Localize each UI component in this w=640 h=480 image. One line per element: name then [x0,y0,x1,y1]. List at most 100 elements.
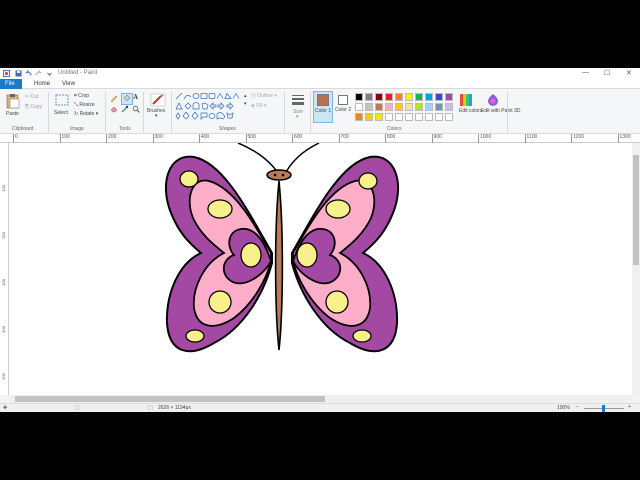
size-button[interactable]: Size ▾ [289,92,307,122]
resize-button[interactable]: ⤡ Resize [74,102,95,108]
butterfly-drawing [164,143,400,353]
palette-swatch[interactable] [365,93,373,101]
palette-swatch[interactable] [355,113,363,121]
tab-file[interactable]: File [0,79,22,89]
edit-paint3d-button[interactable]: Edit with Paint 3D [480,92,520,122]
color1-button[interactable]: Color 1 [313,91,333,123]
rotate-button[interactable]: ↻ Rotate ▾ [74,111,98,117]
wing-spot [185,329,205,343]
redo-icon[interactable] [35,69,42,77]
edit-colors-button[interactable]: Edit colors [456,92,482,122]
outline-dropdown[interactable]: ◫ Outline ▾ [251,93,277,99]
color2-label: Color 2 [335,107,352,113]
vertical-scrollbar[interactable] [632,143,640,395]
color-picker-tool[interactable] [121,105,129,115]
wing-spot [352,329,372,343]
wing-spot [240,242,262,268]
palette-swatch[interactable] [425,103,433,111]
magnifier-icon [132,105,140,113]
butterfly-eye [273,173,277,177]
palette-swatch[interactable] [415,103,423,111]
cut-label: Cut [30,94,39,100]
pencil-tool[interactable] [110,94,118,104]
wing-spot [179,170,199,188]
horizontal-scrollbar[interactable] [9,395,632,403]
palette-swatch[interactable] [405,93,413,101]
ribbon-separator [507,92,508,132]
palette-swatch[interactable] [435,113,443,121]
fill-dropdown[interactable]: ◈ Fill ▾ [251,103,267,109]
tab-view[interactable]: View [56,79,81,89]
drawing-canvas[interactable] [9,143,632,395]
palette-swatch[interactable] [395,93,403,101]
brushes-button[interactable]: Brushes ▾ [147,92,169,122]
palette-swatch[interactable] [355,103,363,111]
select-button[interactable]: Select [53,92,71,120]
palette-swatch[interactable] [445,103,453,111]
undo-icon[interactable] [25,69,32,77]
palette-swatch[interactable] [445,93,453,101]
canvas-size-icon: ⬚ [148,405,153,411]
close-button[interactable]: ✕ [626,69,632,77]
minimize-button[interactable]: — [582,69,589,76]
ruler-label: 100 [1,185,6,192]
window-title: Untitled - Paint [58,70,98,76]
tab-home[interactable]: Home [28,79,56,89]
palette-swatch[interactable] [375,103,383,111]
palette-swatch[interactable] [365,103,373,111]
copy-button[interactable]: ⎘ Copy [25,104,42,110]
zoom-slider-thumb[interactable] [602,405,605,412]
zoom-slider[interactable] [584,405,624,412]
horizontal-scroll-thumb[interactable] [15,396,325,402]
zoom-in-button[interactable]: + [628,404,631,410]
zoom-out-button[interactable]: − [576,404,579,410]
shapes-scroll-down-icon[interactable]: ▾ [244,101,247,107]
cut-button[interactable]: ✂ Cut [25,94,38,100]
title-bar: Untitled - Paint — ☐ ✕ [0,68,640,79]
palette-swatch[interactable] [395,113,403,121]
tools-group-label: Tools [119,126,131,132]
palette-swatch[interactable] [375,113,383,121]
palette-swatch[interactable] [445,113,453,121]
palette-swatch[interactable] [415,113,423,121]
wing-spot [325,290,349,314]
ruler-label: 1100 [526,134,538,140]
ruler-tick [338,134,340,143]
palette-swatch[interactable] [405,103,413,111]
palette-swatch[interactable] [425,113,433,121]
palette-swatch[interactable] [395,103,403,111]
ruler-tick [478,134,479,143]
paste-button[interactable]: Paste [4,92,22,120]
fill-tool[interactable] [121,93,133,105]
vertical-scroll-thumb[interactable] [633,155,639,265]
cursor-position-icon: ✥ [3,405,8,411]
palette-swatch[interactable] [425,93,433,101]
palette-swatch[interactable] [385,113,393,121]
ruler-label: 700 [340,134,349,140]
eraser-tool[interactable] [110,105,118,115]
palette-swatch[interactable] [405,113,413,121]
palette-swatch[interactable] [385,93,393,101]
palette-swatch[interactable] [435,93,443,101]
customize-qat-icon[interactable] [46,70,53,77]
shapes-gallery[interactable] [174,92,244,120]
color-wheel-icon [460,94,472,106]
maximize-button[interactable]: ☐ [604,69,610,77]
magnifier-tool[interactable] [132,105,140,115]
shapes-scroll-up-icon[interactable]: ▴ [244,93,247,99]
palette-swatch[interactable] [415,93,423,101]
color1-label: Color 1 [315,108,332,114]
ruler-label: 1300 [619,134,631,140]
ribbon: Paste ✂ Cut ⎘ Copy Clipboard Select ⌗ Cr… [0,89,640,134]
palette-swatch[interactable] [375,93,383,101]
crop-button[interactable]: ⌗ Crop [74,93,89,99]
palette-swatch[interactable] [435,103,443,111]
save-icon[interactable] [15,70,22,77]
ribbon-tabs: File Home View [0,79,640,89]
vertical-ruler: 100 200 300 400 500 [0,143,9,395]
text-tool[interactable]: A [133,93,138,101]
palette-swatch[interactable] [365,113,373,121]
palette-swatch[interactable] [385,103,393,111]
palette-swatch[interactable] [355,93,363,101]
color2-button[interactable]: Color 2 [334,91,354,123]
